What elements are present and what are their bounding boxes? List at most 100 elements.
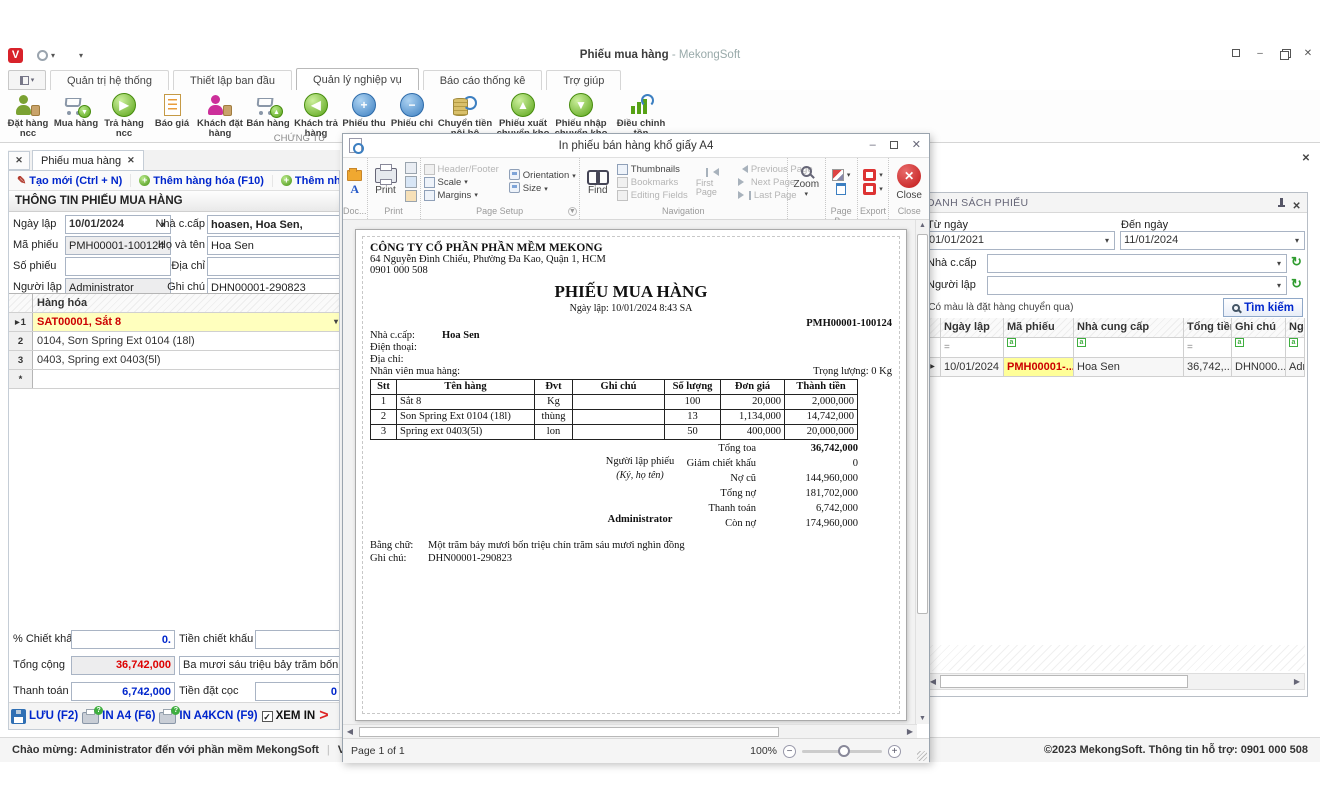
chevron-down-icon[interactable]: ▾: [334, 313, 338, 331]
grid-row-selected[interactable]: ▶1 SAT00001, Sắt 8 ▾: [9, 313, 340, 332]
find-button[interactable]: Find: [583, 168, 613, 196]
tab-tro-giup[interactable]: Trợ giúp: [546, 70, 621, 90]
phieu-nhap-chuyen-kho-button[interactable]: ▼ Phiếu nhập chuyển kho: [552, 90, 610, 139]
zoom-slider[interactable]: [802, 750, 882, 753]
more-actions-chevron-icon[interactable]: >: [319, 708, 328, 724]
fullscreen-icon[interactable]: [1230, 47, 1242, 59]
grid-cell-item[interactable]: 0403, Spring ext 0403(5l): [33, 351, 340, 369]
tab-quan-tri-he-thong[interactable]: Quản trị hệ thống: [50, 70, 169, 90]
chevron-down-icon[interactable]: ▾: [1273, 255, 1285, 272]
open-icon[interactable]: [347, 170, 362, 181]
minimize-icon[interactable]: –: [1254, 47, 1266, 59]
watermark-button[interactable]: ▾: [832, 169, 851, 181]
page-color-icon[interactable]: [836, 183, 846, 195]
copy-page-icon[interactable]: [405, 190, 417, 202]
close-icon[interactable]: ✕: [912, 138, 921, 151]
grid-cell-item[interactable]: 0104, Sơn Spring Ext 0104 (18l): [33, 332, 340, 350]
supplier-field[interactable]: [207, 215, 340, 234]
add-employee-button[interactable]: + Thêm nhân vi: [273, 175, 340, 187]
resize-grip[interactable]: [917, 751, 927, 761]
dieu-chinh-ton-button[interactable]: Điều chỉnh tồn: [610, 90, 672, 139]
column-ngay-lap[interactable]: Ngày lập: [941, 318, 1004, 337]
grid-row[interactable]: 3 0403, Spring ext 0403(5l): [9, 351, 340, 370]
print-a4-button[interactable]: IN A4 (F6): [82, 709, 155, 724]
refresh-icon[interactable]: ↻: [1291, 254, 1305, 270]
create-new-button[interactable]: ✎ Tạo mới (Ctrl + N): [9, 174, 131, 187]
filter-text-icon[interactable]: a: [1235, 338, 1282, 347]
scroll-down-icon[interactable]: ▼: [916, 715, 929, 722]
phieu-xuat-chuyen-kho-button[interactable]: ▲ Phiếu xuất chuyển kho: [494, 90, 552, 139]
scrollbar-thumb[interactable]: [359, 727, 779, 737]
zoom-slider-thumb[interactable]: [838, 745, 850, 757]
refresh-icon[interactable]: ↻: [1291, 276, 1305, 292]
phieu-chi-button[interactable]: − Phiếu chi: [388, 90, 436, 139]
khach-dat-hang-button[interactable]: Khách đặt hàng: [196, 90, 244, 139]
zoom-in-icon[interactable]: +: [888, 745, 901, 758]
checkbox-checked-icon[interactable]: ✓: [262, 711, 273, 722]
scale-button[interactable]: Scale▾: [424, 177, 499, 188]
quick-print-icon[interactable]: [405, 162, 417, 174]
scroll-right-icon[interactable]: ▶: [1290, 677, 1304, 686]
restore-icon[interactable]: [1278, 47, 1290, 59]
filter-equals-icon[interactable]: =: [1187, 338, 1228, 357]
tra-hang-ncc-button[interactable]: ▶ Trả hàng ncc: [100, 90, 148, 139]
zoom-out-icon[interactable]: −: [783, 745, 796, 758]
minimize-icon[interactable]: –: [870, 139, 876, 151]
tab-close-all-button[interactable]: ✕: [8, 151, 30, 170]
phieu-thu-button[interactable]: + Phiếu thu: [340, 90, 388, 139]
khach-tra-hang-button[interactable]: ◀ Khách trả hàng: [292, 90, 340, 139]
tab-bao-cao-thong-ke[interactable]: Báo cáo thống kê: [423, 70, 543, 90]
filter-text-icon[interactable]: a: [1289, 338, 1301, 347]
scrollbar-thumb[interactable]: [917, 234, 928, 614]
column-ma-phieu[interactable]: Mã phiếu: [1004, 318, 1074, 337]
mua-hang-button[interactable]: ▼ Mua hàng: [52, 90, 100, 139]
save-button[interactable]: LƯU (F2): [11, 709, 78, 724]
zoom-button[interactable]: Zoom ▾: [790, 166, 824, 198]
from-date-field[interactable]: 01/01/2021 ▾: [925, 231, 1115, 250]
deposit-field[interactable]: [255, 682, 340, 701]
dat-hang-ncc-button[interactable]: Đặt hàng ncc: [4, 90, 52, 139]
print-options-icon[interactable]: [405, 176, 417, 188]
scroll-up-icon[interactable]: ▲: [916, 222, 929, 229]
pin-icon[interactable]: [1280, 198, 1283, 205]
font-icon[interactable]: A: [350, 183, 359, 195]
tab-thiet-lap-ban-dau[interactable]: Thiết lập ban đầu: [173, 70, 292, 90]
bao-gia-button[interactable]: Báo giá: [148, 90, 196, 139]
creator-filter-field[interactable]: ▾: [987, 276, 1287, 295]
ribbon-app-button[interactable]: ▾: [8, 70, 46, 90]
tab-close-icon[interactable]: ✕: [127, 155, 135, 166]
margins-button[interactable]: Margins▾: [424, 190, 499, 201]
chevron-down-icon[interactable]: ▾: [1101, 232, 1113, 249]
close-icon[interactable]: ✕: [1292, 197, 1301, 217]
maximize-icon[interactable]: [890, 141, 898, 149]
dialog-launcher-icon[interactable]: ▼: [568, 207, 577, 216]
column-ghi-chu[interactable]: Ghi chú: [1232, 318, 1286, 337]
vertical-scrollbar[interactable]: ▲ ▼: [915, 220, 929, 724]
orientation-button[interactable]: Orientation▾: [509, 170, 576, 181]
grid-cell-item[interactable]: SAT00001, Sắt 8 ▾: [33, 313, 340, 331]
preview-checkbox[interactable]: ✓ XEM IN: [262, 710, 316, 722]
search-button[interactable]: Tìm kiếm: [1223, 298, 1303, 317]
horizontal-scrollbar[interactable]: ◀ ▶: [925, 673, 1305, 690]
close-icon[interactable]: ✕: [1302, 47, 1314, 59]
grid-row[interactable]: 2 0104, Sơn Spring Ext 0104 (18l): [9, 332, 340, 351]
print-a4kcn-button[interactable]: IN A4KCN (F9): [159, 709, 257, 724]
column-nguoi-lap[interactable]: Người: [1286, 318, 1305, 337]
scrollbar-thumb[interactable]: [940, 675, 1188, 688]
size-button[interactable]: Size▾: [509, 183, 576, 194]
close-preview-button[interactable]: ✕ Close: [892, 164, 926, 201]
right-dock-close-icon[interactable]: ✕: [1298, 153, 1314, 167]
supplier-filter-field[interactable]: ▾: [987, 254, 1287, 273]
filter-text-icon[interactable]: a: [1007, 338, 1070, 347]
chevron-down-icon[interactable]: ▾: [1273, 277, 1285, 294]
scroll-left-icon[interactable]: ◀: [343, 727, 357, 736]
column-tong-tien[interactable]: Tổng tiền: [1184, 318, 1232, 337]
discount-pct-field[interactable]: [71, 630, 175, 649]
paid-field[interactable]: [71, 682, 175, 701]
name-field[interactable]: [207, 236, 340, 255]
table-row[interactable]: ▶ 10/01/2024 PMH00001-... Hoa Sen 36,742…: [925, 358, 1305, 377]
export-pdf-button[interactable]: ▾: [863, 169, 883, 181]
tab-phieu-mua-hang[interactable]: Phiếu mua hàng ✕: [32, 150, 144, 170]
send-pdf-button[interactable]: ▾: [863, 183, 883, 195]
to-date-field[interactable]: 11/01/2024 ▾: [1120, 231, 1305, 250]
